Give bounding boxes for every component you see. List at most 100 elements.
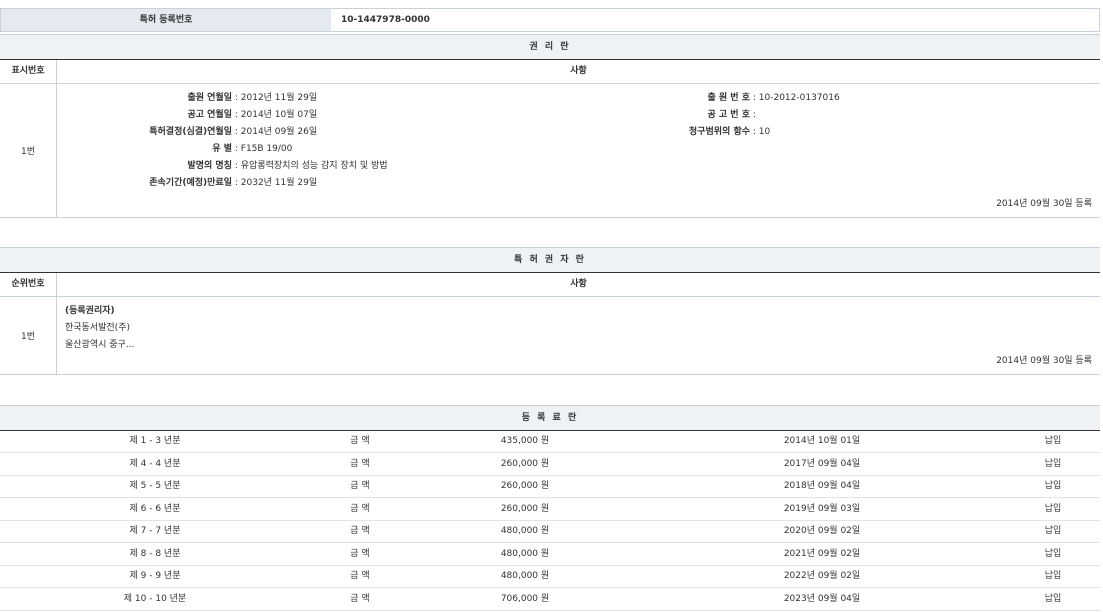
registration-label: 특허 등록번호: [1, 9, 331, 31]
holder-info: (등록권리자) 한국동서발전(주) 울산광역시 중구...: [65, 303, 134, 354]
fee-row: 제 10 - 10 년분금 액706,000 원2023년 09월 04일납입: [0, 589, 1100, 611]
fee-amount-label: 금 액: [350, 454, 369, 475]
holders-section-title: 특 허 권 자 란: [0, 247, 1100, 273]
fee-amount: 480,000 원: [501, 566, 549, 587]
fee-status: 납입: [1045, 476, 1062, 497]
fee-amount-label: 금 액: [350, 544, 369, 565]
fee-period: 제 5 - 5 년분: [130, 476, 181, 497]
fee-amount-label: 금 액: [350, 476, 369, 497]
fee-amount-label: 금 액: [350, 431, 369, 452]
fee-status: 납입: [1045, 499, 1062, 520]
rights-field-left: 공고 연월일 : 2014년 10월 07일: [57, 107, 317, 124]
holders-registered-date: 2014년 09월 30일 등록: [996, 353, 1092, 366]
fee-amount: 260,000 원: [501, 454, 549, 475]
fee-paid-date: 2020년 09월 02일: [784, 521, 860, 542]
rights-row-number: 1번: [0, 84, 57, 217]
fee-period: 제 7 - 7 년분: [130, 521, 181, 542]
field-key: 발명의 명칭: [57, 158, 232, 175]
field-separator: :: [750, 110, 756, 120]
rights-field-left: 출원 연월일 : 2012년 11월 29일: [57, 90, 317, 107]
field-key: 공고 연월일: [57, 107, 232, 124]
field-key: 존속기간(예정)만료일: [57, 175, 232, 192]
field-separator: :: [232, 110, 241, 120]
fee-row: 제 9 - 9 년분 금 액 480,000 원 2022년 09월 02일 납입: [0, 566, 1100, 588]
fee-row: 제 6 - 6 년분 금 액 260,000 원 2019년 09월 03일 납입: [0, 499, 1100, 521]
fee-period: 제 4 - 4 년분: [130, 454, 181, 475]
rights-field-left: 존속기간(예정)만료일 : 2032년 11월 29일: [57, 175, 317, 192]
field-value: F15B 19/00: [241, 144, 293, 154]
field-value: 유압롱력장치의 성능 감지 장치 및 방법: [241, 161, 388, 171]
col-content: 사항: [57, 60, 1100, 83]
field-value: 2014년 10월 07일: [241, 110, 317, 120]
field-separator: :: [750, 127, 759, 137]
col-display-number: 표시번호: [0, 60, 57, 83]
fee-paid-date: 2021년 09월 02일: [784, 544, 860, 565]
field-separator: :: [232, 127, 241, 137]
field-key: 공 고 번 호: [617, 107, 750, 124]
fee-status: 납입: [1045, 431, 1062, 452]
fee-row: 제 4 - 4 년분 금 액 260,000 원 2017년 09월 04일 납입: [0, 454, 1100, 476]
fee-amount-label: 금 액: [350, 521, 369, 542]
field-key: 출원 연월일: [57, 90, 232, 107]
fee-amount: 480,000 원: [501, 544, 549, 565]
rights-field-left: 유 별 : F15B 19/00: [57, 141, 292, 158]
fee-status: 납입: [1045, 566, 1062, 587]
field-value: 2014년 09월 26일: [241, 127, 317, 137]
rights-field-right: 출 원 번 호 : 10-2012-0137016: [617, 90, 840, 107]
fee-period: 제 1 - 3 년분: [130, 431, 181, 452]
holder-label: (등록권리자): [65, 303, 134, 320]
holders-row: 1번 (등록권리자) 한국동서발전(주) 울산광역시 중구... 2014년 0…: [0, 297, 1100, 375]
holder-address: 울산광역시 중구...: [65, 337, 134, 354]
rights-field-left: 발명의 명칭 : 유압롱력장치의 성능 감지 장치 및 방법: [57, 158, 388, 175]
fee-status: 납입: [1045, 544, 1062, 565]
fee-row: 제 7 - 7 년분 금 액 480,000 원 2020년 09월 02일 납입: [0, 521, 1100, 543]
fee-amount: 706,000 원: [501, 589, 549, 610]
field-separator: :: [232, 161, 241, 171]
rights-section-title: 권 리 란: [0, 34, 1100, 60]
rights-registered-date: 2014년 09월 30일 등록: [996, 196, 1092, 209]
field-value: 2032년 11월 29일: [241, 178, 317, 188]
registration-number: 10-1447978-0000: [331, 9, 1099, 31]
fee-paid-date: 2018년 09월 04일: [784, 476, 860, 497]
fee-period: 제 8 - 8 년분: [130, 544, 181, 565]
field-separator: :: [232, 93, 241, 103]
fee-amount: 435,000 원: [501, 431, 549, 452]
fee-paid-date: 2022년 09월 02일: [784, 566, 860, 587]
rights-row: 1번 출원 연월일 : 2012년 11월 29일공고 연월일 : 2014년 …: [0, 84, 1100, 218]
field-separator: :: [232, 144, 241, 154]
field-key: 출 원 번 호: [617, 90, 750, 107]
field-value: 2012년 11월 29일: [241, 93, 317, 103]
fee-row: 제 8 - 8 년분 금 액 480,000 원 2021년 09월 02일 납입: [0, 544, 1100, 566]
field-separator: :: [750, 93, 759, 103]
field-value: 10-2012-0137016: [759, 93, 840, 103]
rights-column-header: 표시번호 사항: [0, 60, 1100, 84]
fee-status: 납입: [1045, 589, 1062, 610]
holders-row-number: 1번: [0, 297, 57, 374]
fee-period: 제 6 - 6 년분: [130, 499, 181, 520]
fee-status: 납입: [1045, 521, 1062, 542]
registration-row: 특허 등록번호 10-1447978-0000: [0, 8, 1100, 32]
field-key: 청구범위의 항수: [617, 124, 750, 141]
field-key: 유 별: [57, 141, 232, 158]
field-value: 10: [759, 127, 770, 137]
col-content: 사항: [57, 273, 1100, 296]
fee-row: 제 5 - 5 년분 금 액 260,000 원 2018년 09월 04일 납입: [0, 476, 1100, 498]
fee-paid-date: 2017년 09월 04일: [784, 454, 860, 475]
fee-amount-label: 금 액: [350, 566, 369, 587]
fee-amount: 260,000 원: [501, 499, 549, 520]
rights-row-content: 출원 연월일 : 2012년 11월 29일공고 연월일 : 2014년 10월…: [57, 84, 1100, 217]
fee-amount: 260,000 원: [501, 476, 549, 497]
field-separator: :: [232, 178, 241, 188]
fee-amount: 480,000 원: [501, 521, 549, 542]
holders-row-content: (등록권리자) 한국동서발전(주) 울산광역시 중구... 2014년 09월 …: [57, 297, 1100, 374]
fee-paid-date: 2019년 09월 03일: [784, 499, 860, 520]
fee-status: 납입: [1045, 454, 1062, 475]
fee-row: 제 1 - 3 년분 금 액 435,000 원 2014년 10월 01일 납입: [0, 431, 1100, 453]
fee-amount-label: 금 액: [350, 499, 369, 520]
fee-period: 제 10 - 10 년분: [124, 589, 186, 610]
holder-name: 한국동서발전(주): [65, 320, 134, 337]
field-key: 특허결정(심결)연월일: [57, 124, 232, 141]
fee-period: 제 9 - 9 년분: [130, 566, 181, 587]
fee-paid-date: 2014년 10월 01일: [784, 431, 860, 452]
holders-column-header: 순위번호 사항: [0, 273, 1100, 297]
